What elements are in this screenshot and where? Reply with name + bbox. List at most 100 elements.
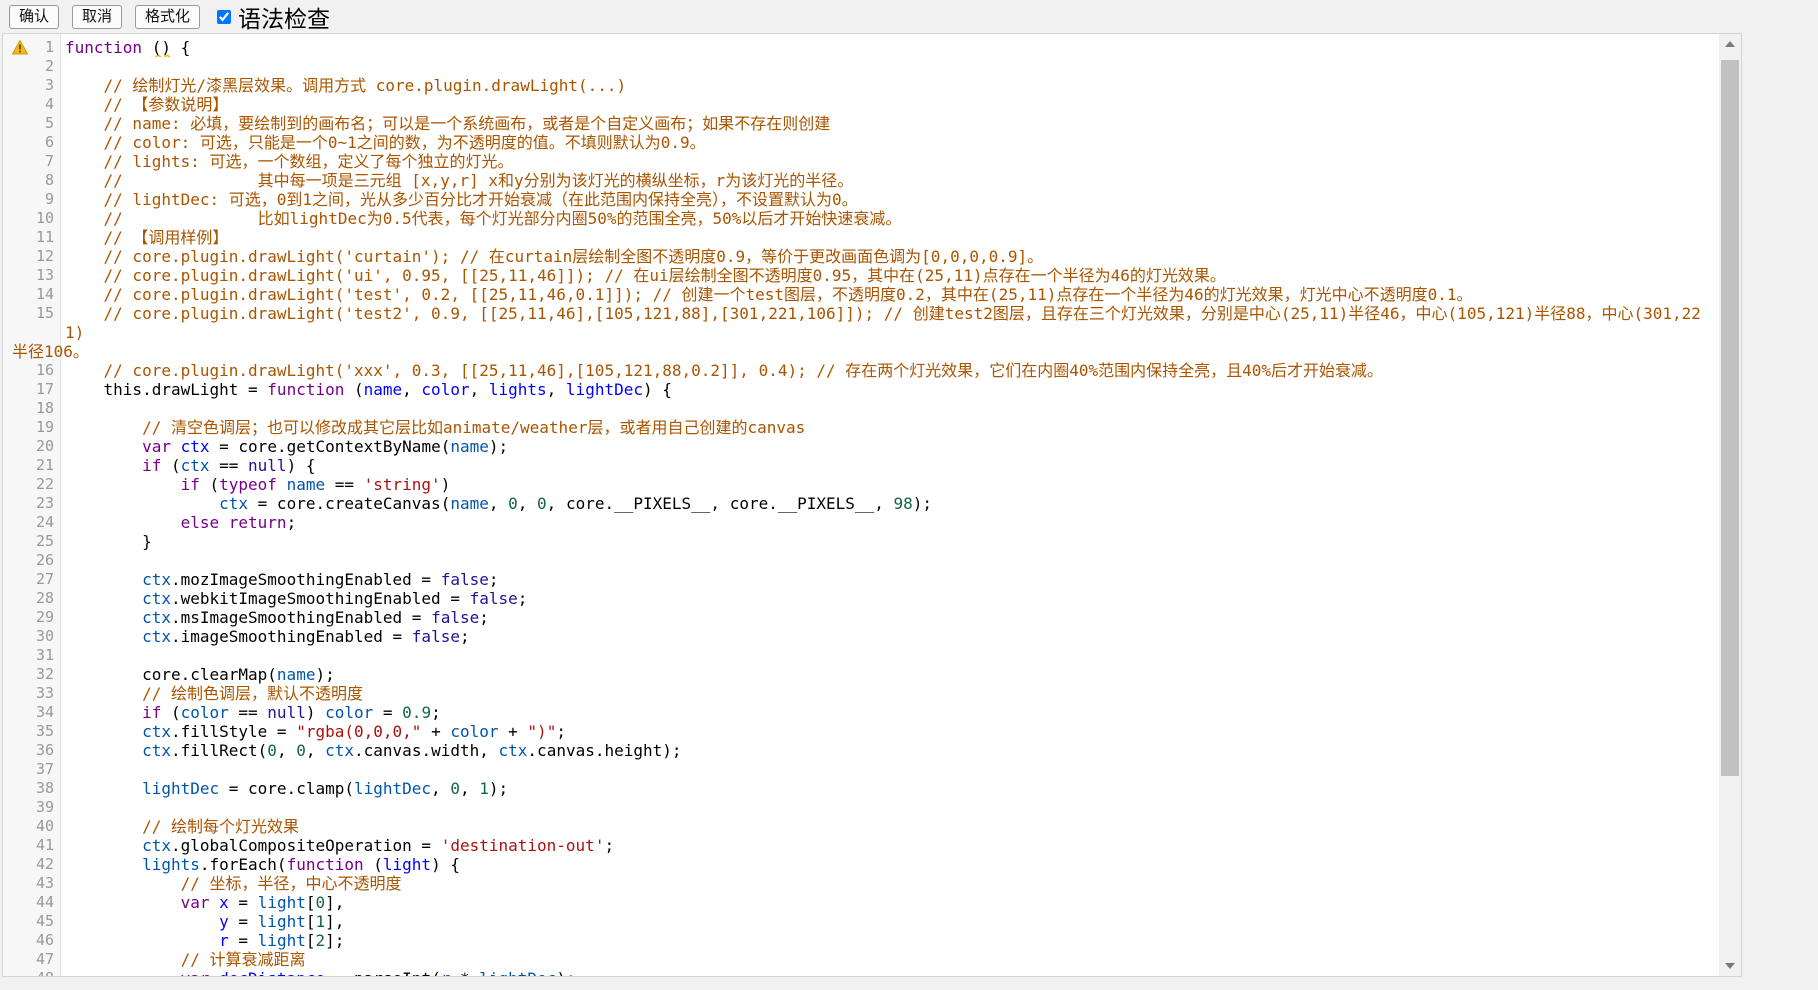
code-line[interactable]: 1function () { [3, 38, 1719, 57]
code-line[interactable]: 23 ctx = core.createCanvas(name, 0, 0, c… [3, 494, 1719, 513]
code-line[interactable]: 14 // core.plugin.drawLight('test', 0.2,… [3, 285, 1719, 304]
code-line[interactable]: 46 r = light[2]; [3, 931, 1719, 950]
code-line[interactable]: 37 [3, 760, 1719, 779]
code-line[interactable]: 48 var decDistance = parseInt(r * lightD… [3, 969, 1719, 977]
code-line[interactable]: 9 // lightDec: 可选，0到1之间，光从多少百分比才开始衰减（在此范… [3, 190, 1719, 209]
line-number: 10 [36, 209, 54, 227]
code-line[interactable]: 34 if (color == null) color = 0.9; [3, 703, 1719, 722]
code-line[interactable]: 3 // 绘制灯光/漆黑层效果。调用方式 core.plugin.drawLig… [3, 76, 1719, 95]
line-gutter: 7 [3, 152, 61, 171]
code-line[interactable]: 45 y = light[1], [3, 912, 1719, 931]
code-text: lightDec = core.clamp(lightDec, 0, 1); [61, 779, 1719, 798]
code-line[interactable]: 24 else return; [3, 513, 1719, 532]
code-line[interactable]: 11 // 【调用样例】 [3, 228, 1719, 247]
code-line[interactable]: 38 lightDec = core.clamp(lightDec, 0, 1)… [3, 779, 1719, 798]
line-number: 31 [36, 646, 54, 664]
confirm-button[interactable]: 确认 [9, 5, 59, 29]
code-line[interactable]: 47 // 计算衰减距离 [3, 950, 1719, 969]
line-gutter: 33 [3, 684, 61, 703]
scroll-up-button[interactable] [1719, 34, 1741, 54]
code-text: // core.plugin.drawLight('curtain'); // … [61, 247, 1719, 266]
code-line[interactable]: 31 [3, 646, 1719, 665]
code-line[interactable]: 6 // color: 可选，只能是一个0~1之间的数，为不透明度的值。不填则默… [3, 133, 1719, 152]
code-line[interactable]: 35 ctx.fillStyle = "rgba(0,0,0," + color… [3, 722, 1719, 741]
code-text: // core.plugin.drawLight('test', 0.2, [[… [61, 285, 1719, 304]
line-gutter: 8 [3, 171, 61, 190]
code-line-wrap[interactable]: 半径106。 [3, 342, 1719, 361]
toolbar: 确认 取消 格式化 语法检查 [0, 0, 1818, 33]
code-line[interactable]: 25 } [3, 532, 1719, 551]
code-line[interactable]: 15 // core.plugin.drawLight('test2', 0.9… [3, 304, 1719, 342]
line-number: 25 [36, 532, 54, 550]
line-gutter: 21 [3, 456, 61, 475]
code-line[interactable]: 28 ctx.webkitImageSmoothingEnabled = fal… [3, 589, 1719, 608]
line-number: 38 [36, 779, 54, 797]
code-line[interactable]: 21 if (ctx == null) { [3, 456, 1719, 475]
code-line[interactable]: 5 // name: 必填，要绘制到的画布名；可以是一个系统画布，或者是个自定义… [3, 114, 1719, 133]
syntax-check-group: 语法检查 [217, 0, 330, 34]
code-line[interactable]: 33 // 绘制色调层，默认不透明度 [3, 684, 1719, 703]
line-number: 27 [36, 570, 54, 588]
code-editor[interactable]: 1function () {23 // 绘制灯光/漆黑层效果。调用方式 core… [2, 33, 1742, 977]
line-gutter: 44 [3, 893, 61, 912]
code-line[interactable]: 39 [3, 798, 1719, 817]
line-gutter: 27 [3, 570, 61, 589]
code-line[interactable]: 2 [3, 57, 1719, 76]
code-line[interactable]: 10 // 比如lightDec为0.5代表，每个灯光部分内圈50%的范围全亮，… [3, 209, 1719, 228]
scroll-down-arrow-icon [1725, 963, 1735, 969]
syntax-check-checkbox[interactable] [217, 10, 231, 24]
line-gutter: 28 [3, 589, 61, 608]
code-line[interactable]: 20 var ctx = core.getContextByName(name)… [3, 437, 1719, 456]
code-line[interactable]: 43 // 坐标，半径，中心不透明度 [3, 874, 1719, 893]
scroll-down-button[interactable] [1719, 956, 1741, 976]
code-line[interactable]: 40 // 绘制每个灯光效果 [3, 817, 1719, 836]
code-line[interactable]: 22 if (typeof name == 'string') [3, 475, 1719, 494]
format-button[interactable]: 格式化 [135, 5, 200, 29]
line-gutter: 48 [3, 969, 61, 977]
code-text: y = light[1], [61, 912, 1719, 931]
code-line[interactable]: 27 ctx.mozImageSmoothingEnabled = false; [3, 570, 1719, 589]
code-text: // 坐标，半径，中心不透明度 [61, 874, 1719, 893]
code-line[interactable]: 44 var x = light[0], [3, 893, 1719, 912]
code-line[interactable]: 41 ctx.globalCompositeOperation = 'desti… [3, 836, 1719, 855]
code-text [61, 760, 1719, 779]
code-text: // 比如lightDec为0.5代表，每个灯光部分内圈50%的范围全亮，50%… [61, 209, 1719, 228]
code-text [61, 399, 1719, 418]
code-text: var decDistance = parseInt(r * lightDec)… [61, 969, 1719, 977]
code-line[interactable]: 17 this.drawLight = function (name, colo… [3, 380, 1719, 399]
code-line[interactable]: 29 ctx.msImageSmoothingEnabled = false; [3, 608, 1719, 627]
code-line[interactable]: 42 lights.forEach(function (light) { [3, 855, 1719, 874]
line-gutter: 36 [3, 741, 61, 760]
code-line[interactable]: 16 // core.plugin.drawLight('xxx', 0.3, … [3, 361, 1719, 380]
code-line[interactable]: 8 // 其中每一项是三元组 [x,y,r] x和y分别为该灯光的横纵坐标，r为… [3, 171, 1719, 190]
line-gutter: 18 [3, 399, 61, 418]
line-number: 1 [45, 38, 54, 56]
code-line[interactable]: 19 // 清空色调层；也可以修改成其它层比如animate/weather层，… [3, 418, 1719, 437]
code-text: ctx.imageSmoothingEnabled = false; [61, 627, 1719, 646]
code-text: ctx.mozImageSmoothingEnabled = false; [61, 570, 1719, 589]
code-line[interactable]: 13 // core.plugin.drawLight('ui', 0.95, … [3, 266, 1719, 285]
code-line[interactable]: 30 ctx.imageSmoothingEnabled = false; [3, 627, 1719, 646]
line-number: 34 [36, 703, 54, 721]
line-number: 45 [36, 912, 54, 930]
code-text: // 【参数说明】 [61, 95, 1719, 114]
code-text: // lightDec: 可选，0到1之间，光从多少百分比才开始衰减（在此范围内… [61, 190, 1719, 209]
vertical-scrollbar[interactable] [1719, 34, 1741, 976]
code-line[interactable]: 7 // lights: 可选，一个数组，定义了每个独立的灯光。 [3, 152, 1719, 171]
line-gutter: 10 [3, 209, 61, 228]
code-line[interactable]: 4 // 【参数说明】 [3, 95, 1719, 114]
syntax-check-label: 语法检查 [238, 0, 330, 34]
code-line[interactable]: 12 // core.plugin.drawLight('curtain'); … [3, 247, 1719, 266]
scrollbar-thumb[interactable] [1721, 60, 1739, 776]
code-line[interactable]: 26 [3, 551, 1719, 570]
code-line[interactable]: 18 [3, 399, 1719, 418]
line-number: 46 [36, 931, 54, 949]
line-number: 13 [36, 266, 54, 284]
code-text: if (color == null) color = 0.9; [61, 703, 1719, 722]
code-line[interactable]: 36 ctx.fillRect(0, 0, ctx.canvas.width, … [3, 741, 1719, 760]
code-line[interactable]: 32 core.clearMap(name); [3, 665, 1719, 684]
line-number: 43 [36, 874, 54, 892]
cancel-button[interactable]: 取消 [72, 5, 122, 29]
line-number: 42 [36, 855, 54, 873]
scroll-up-arrow-icon [1725, 41, 1735, 47]
